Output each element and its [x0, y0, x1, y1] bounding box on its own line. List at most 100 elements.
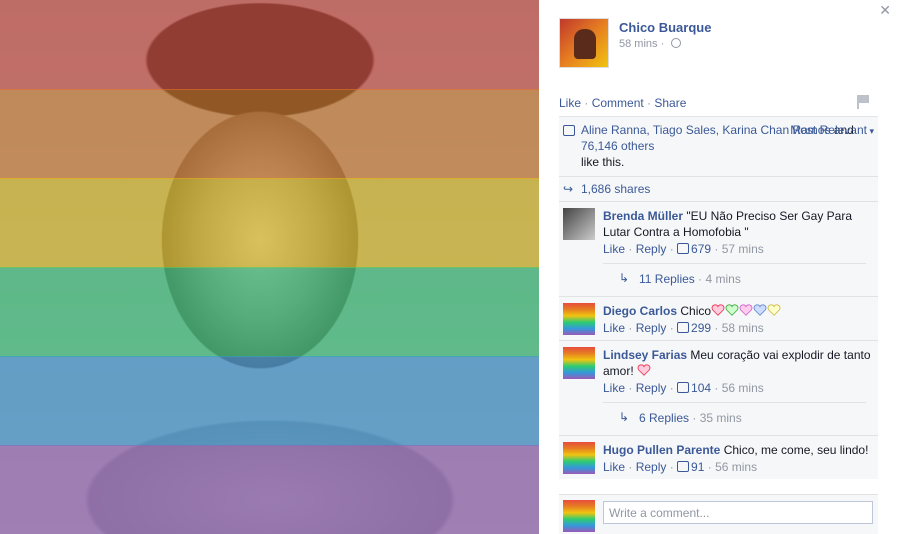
post-actions: Like · Comment · Share: [559, 96, 686, 110]
like-button[interactable]: Like: [559, 96, 581, 110]
meta-separator: ·: [666, 460, 678, 474]
action-separator: ·: [581, 96, 592, 110]
comment-meta: Like · Reply · 104 · 56 mins: [603, 380, 874, 396]
likes-others[interactable]: 76,146 others: [581, 139, 654, 153]
likes-number[interactable]: 104: [691, 381, 711, 395]
post-details-panel: ✕ Chico Buarque 58 mins · Like · Comment…: [539, 0, 897, 534]
meta-separator: ·: [625, 381, 636, 395]
share-arrow-icon: ↪: [563, 182, 574, 196]
author-name[interactable]: Chico Buarque: [619, 20, 711, 35]
comment-likes-count[interactable]: 91: [677, 460, 704, 474]
heart-red-icon: [711, 304, 725, 316]
most-relevant-dropdown[interactable]: Most Relevant: [790, 122, 874, 139]
replies-count[interactable]: 11 Replies: [639, 272, 695, 286]
globe-icon[interactable]: [671, 38, 682, 48]
commenter-name[interactable]: Brenda Müller: [603, 209, 683, 223]
write-comment-bar: [559, 494, 878, 534]
likes-number[interactable]: 299: [691, 321, 711, 335]
thumbs-up-icon: [677, 243, 690, 254]
comment-item: Hugo Pullen Parente Chico, me come, seu …: [559, 435, 878, 479]
comment-text: Chico: [680, 304, 712, 318]
comment-reply-button[interactable]: Reply: [636, 381, 667, 395]
meta-separator: ·: [625, 242, 636, 256]
thumbs-up-icon: [677, 382, 690, 393]
heart-purple-icon: [739, 304, 753, 316]
rainbow-stripe-purple: [0, 445, 539, 534]
comment-item: Diego Carlos Chico Like · Reply · 299 · …: [559, 296, 878, 340]
likes-number[interactable]: 91: [691, 460, 704, 474]
heart-red-icon: [637, 364, 651, 376]
commenter-avatar[interactable]: [563, 208, 595, 240]
replies-count[interactable]: 6 Replies: [639, 411, 689, 425]
meta-separator: ·: [666, 242, 678, 256]
comment-time[interactable]: 56 mins: [715, 460, 757, 474]
meta-separator: ·: [711, 321, 722, 335]
meta-separator: ·: [711, 242, 722, 256]
flag-icon[interactable]: [856, 95, 870, 109]
post-timestamp: 58 mins ·: [619, 38, 682, 50]
likes-summary: Aline Ranna, Tiago Sales, Karina Chan Ra…: [559, 117, 878, 176]
meta-separator: ·: [666, 321, 678, 335]
commenter-name[interactable]: Diego Carlos: [603, 304, 677, 318]
comment-reply-button[interactable]: Reply: [636, 242, 667, 256]
replies-time: 4 mins: [705, 272, 741, 286]
comment-like-button[interactable]: Like: [603, 460, 625, 474]
action-separator: ·: [643, 96, 655, 110]
commenter-avatar[interactable]: [563, 442, 595, 474]
meta-separator: ·: [625, 460, 636, 474]
meta-separator: ·: [704, 460, 716, 474]
view-replies[interactable]: ↳ 11 Replies · 4 mins: [603, 263, 866, 292]
comment-text: Chico, me come, seu lindo!: [723, 443, 869, 457]
rainbow-stripe-orange: [0, 89, 539, 179]
comment-likes-count[interactable]: 104: [677, 381, 711, 395]
comment-button[interactable]: Comment: [592, 96, 644, 110]
thumbs-up-icon: [677, 322, 690, 333]
comment-time[interactable]: 56 mins: [722, 381, 764, 395]
likes-number[interactable]: 679: [691, 242, 711, 256]
comment-likes-count[interactable]: 679: [677, 242, 711, 256]
commenter-name[interactable]: Lindsey Farias: [603, 348, 687, 362]
comment-reply-button[interactable]: Reply: [636, 460, 667, 474]
view-replies[interactable]: ↳ 6 Replies · 35 mins: [603, 402, 866, 431]
rainbow-stripe-green: [0, 267, 539, 357]
comment-reply-button[interactable]: Reply: [636, 321, 667, 335]
comment-item: Brenda Müller "EU Não Preciso Ser Gay Pa…: [559, 201, 878, 296]
comment-meta: Like · Reply · 299 · 58 mins: [603, 320, 874, 336]
post-time[interactable]: 58 mins: [619, 38, 658, 50]
heart-green-icon: [725, 304, 739, 316]
post-photo[interactable]: [0, 0, 539, 534]
rainbow-stripe-blue: [0, 356, 539, 446]
rainbow-stripe-red: [0, 0, 539, 90]
share-button[interactable]: Share: [654, 96, 686, 110]
comment-meta: Like · Reply · 679 · 57 mins: [603, 241, 874, 257]
comment-time[interactable]: 57 mins: [722, 242, 764, 256]
meta-separator: ·: [689, 411, 700, 425]
comment-input[interactable]: [603, 501, 873, 524]
replies-time: 35 mins: [699, 411, 742, 425]
meta-separator: ·: [666, 381, 678, 395]
meta-separator: ·: [694, 272, 706, 286]
meta-separator: ·: [625, 321, 636, 335]
commenter-name[interactable]: Hugo Pullen Parente: [603, 443, 720, 457]
comment-item: Lindsey Farias Meu coração vai explodir …: [559, 340, 878, 435]
shares-row[interactable]: ↪ 1,686 shares: [559, 176, 878, 201]
author-avatar[interactable]: [559, 18, 609, 68]
comment-like-button[interactable]: Like: [603, 321, 625, 335]
likes-suffix: like this.: [581, 155, 625, 169]
commenter-avatar[interactable]: [563, 303, 595, 335]
comment-like-button[interactable]: Like: [603, 242, 625, 256]
reply-arrow-icon: ↳: [619, 271, 630, 285]
heart-yellow-icon: [767, 304, 781, 316]
heart-blue-icon: [753, 304, 767, 316]
comment-time[interactable]: 58 mins: [722, 321, 764, 335]
thumbs-up-icon: [677, 461, 690, 472]
shares-count[interactable]: 1,686 shares: [581, 182, 650, 196]
close-icon[interactable]: ✕: [879, 2, 891, 19]
commenter-avatar[interactable]: [563, 347, 595, 379]
thumbs-up-icon: [563, 123, 577, 139]
reply-arrow-icon: ↳: [619, 410, 630, 424]
time-separator: ·: [657, 38, 668, 50]
comment-like-button[interactable]: Like: [603, 381, 625, 395]
meta-separator: ·: [711, 381, 722, 395]
comment-likes-count[interactable]: 299: [677, 321, 711, 335]
